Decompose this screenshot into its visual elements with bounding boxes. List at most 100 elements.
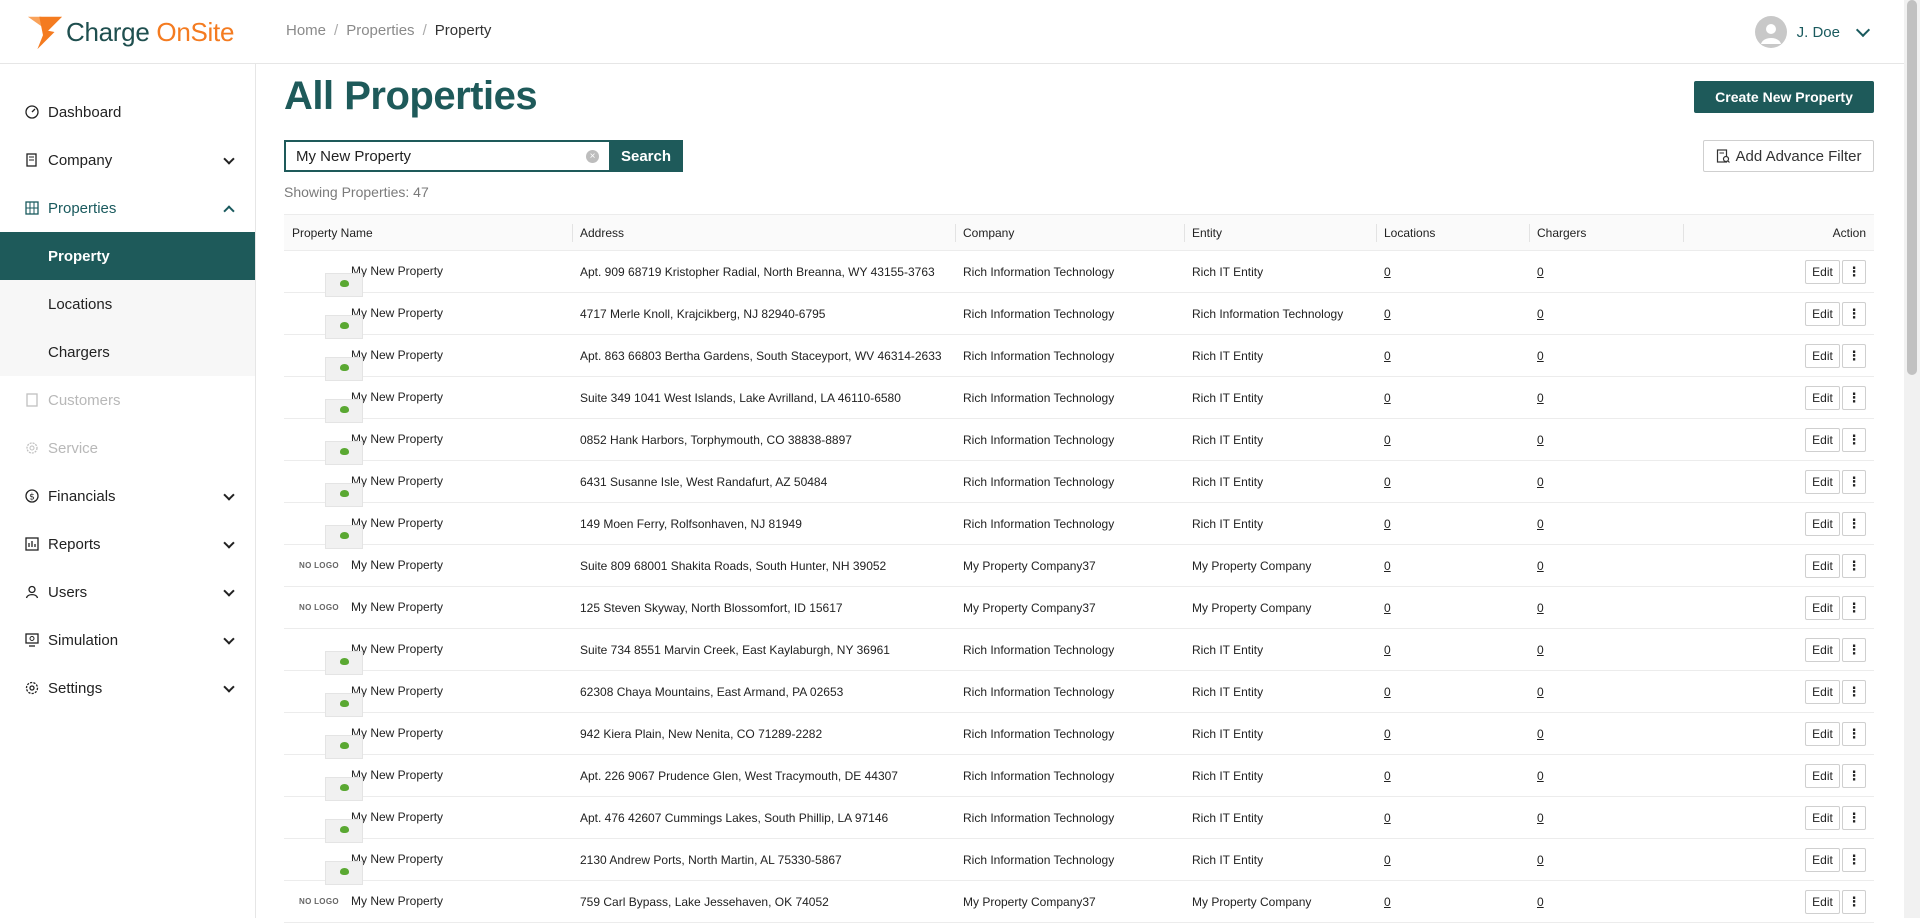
sidebar-item-users[interactable]: Users	[0, 568, 255, 616]
table-row[interactable]: My New Property 6431 Susanne Isle, West R…	[284, 460, 1874, 507]
sidebar-item-properties[interactable]: Properties	[0, 184, 255, 232]
locations-count-link[interactable]: 0	[1384, 853, 1391, 867]
more-options-icon[interactable]: ⋮	[1842, 763, 1866, 788]
table-row[interactable]: My New Property 942 Kiera Plain, New Neni…	[284, 712, 1874, 759]
create-new-property-button[interactable]: Create New Property	[1694, 81, 1874, 113]
more-options-icon[interactable]: ⋮	[1842, 805, 1866, 830]
locations-count-link[interactable]: 0	[1384, 643, 1391, 657]
edit-button[interactable]: Edit	[1805, 511, 1840, 536]
chargers-count-link[interactable]: 0	[1537, 517, 1544, 531]
chargers-count-link[interactable]: 0	[1537, 559, 1544, 573]
add-advance-filter-button[interactable]: Add Advance Filter	[1703, 140, 1874, 172]
column-header-address[interactable]: Address	[572, 214, 955, 251]
table-row[interactable]: My New Property Apt. 226 9067 Prudence Gl…	[284, 754, 1874, 801]
edit-button[interactable]: Edit	[1805, 469, 1840, 494]
more-options-icon[interactable]: ⋮	[1842, 385, 1866, 410]
chargers-count-link[interactable]: 0	[1537, 685, 1544, 699]
sidebar-subitem-chargers[interactable]: Chargers	[0, 328, 255, 376]
table-row[interactable]: My New Property Suite 734 8551 Marvin Cre…	[284, 628, 1874, 675]
table-row[interactable]: My New Property Suite 349 1041 West Islan…	[284, 376, 1874, 423]
edit-button[interactable]: Edit	[1805, 889, 1840, 914]
chargers-count-link[interactable]: 0	[1537, 307, 1544, 321]
chargers-count-link[interactable]: 0	[1537, 895, 1544, 909]
chargers-count-link[interactable]: 0	[1537, 265, 1544, 279]
table-row[interactable]: My New Property 0852 Hank Harbors, Torphy…	[284, 418, 1874, 465]
edit-button[interactable]: Edit	[1805, 679, 1840, 704]
locations-count-link[interactable]: 0	[1384, 685, 1391, 699]
locations-count-link[interactable]: 0	[1384, 349, 1391, 363]
table-row[interactable]: My New Property 4717 Merle Knoll, Krajcik…	[284, 292, 1874, 339]
brand-logo[interactable]: Charge OnSite	[26, 13, 234, 51]
table-row[interactable]: My New Property 62308 Chaya Mountains, Ea…	[284, 670, 1874, 717]
sidebar-item-settings[interactable]: Settings	[0, 664, 255, 712]
table-row[interactable]: My New Property Apt. 909 68719 Kristopher…	[284, 250, 1874, 297]
chargers-count-link[interactable]: 0	[1537, 727, 1544, 741]
table-row[interactable]: My New Property Apt. 476 42607 Cummings L…	[284, 796, 1874, 843]
chargers-count-link[interactable]: 0	[1537, 643, 1544, 657]
clear-search-icon[interactable]: ×	[586, 150, 599, 163]
more-options-icon[interactable]: ⋮	[1842, 847, 1866, 872]
table-row[interactable]: NO LOGO My New Property Suite 809 68001 Sh…	[284, 544, 1874, 587]
chargers-count-link[interactable]: 0	[1537, 391, 1544, 405]
locations-count-link[interactable]: 0	[1384, 559, 1391, 573]
search-button[interactable]: Search	[609, 140, 683, 172]
locations-count-link[interactable]: 0	[1384, 769, 1391, 783]
more-options-icon[interactable]: ⋮	[1842, 343, 1866, 368]
table-row[interactable]: My New Property 149 Moen Ferry, Rolfsonha…	[284, 502, 1874, 549]
locations-count-link[interactable]: 0	[1384, 265, 1391, 279]
edit-button[interactable]: Edit	[1805, 385, 1840, 410]
edit-button[interactable]: Edit	[1805, 553, 1840, 578]
more-options-icon[interactable]: ⋮	[1842, 595, 1866, 620]
edit-button[interactable]: Edit	[1805, 637, 1840, 662]
locations-count-link[interactable]: 0	[1384, 475, 1391, 489]
locations-count-link[interactable]: 0	[1384, 391, 1391, 405]
edit-button[interactable]: Edit	[1805, 259, 1840, 284]
more-options-icon[interactable]: ⋮	[1842, 427, 1866, 452]
locations-count-link[interactable]: 0	[1384, 433, 1391, 447]
edit-button[interactable]: Edit	[1805, 805, 1840, 830]
table-row[interactable]: My New Property Apt. 863 66803 Bertha Gar…	[284, 334, 1874, 381]
locations-count-link[interactable]: 0	[1384, 601, 1391, 615]
more-options-icon[interactable]: ⋮	[1842, 301, 1866, 326]
column-header-property-name[interactable]: Property Name	[284, 214, 572, 251]
edit-button[interactable]: Edit	[1805, 427, 1840, 452]
page-scrollbar[interactable]	[1904, 0, 1920, 918]
sidebar-item-reports[interactable]: Reports	[0, 520, 255, 568]
chargers-count-link[interactable]: 0	[1537, 853, 1544, 867]
chargers-count-link[interactable]: 0	[1537, 433, 1544, 447]
sidebar-item-simulation[interactable]: Simulation	[0, 616, 255, 664]
sidebar-item-financials[interactable]: $ Financials	[0, 472, 255, 520]
search-input[interactable]	[284, 140, 609, 172]
table-row[interactable]: NO LOGO My New Property 759 Carl Bypass, L…	[284, 880, 1874, 923]
more-options-icon[interactable]: ⋮	[1842, 553, 1866, 578]
scrollbar-thumb[interactable]	[1907, 0, 1917, 375]
locations-count-link[interactable]: 0	[1384, 811, 1391, 825]
edit-button[interactable]: Edit	[1805, 595, 1840, 620]
column-header-chargers[interactable]: Chargers	[1529, 214, 1683, 251]
locations-count-link[interactable]: 0	[1384, 895, 1391, 909]
locations-count-link[interactable]: 0	[1384, 727, 1391, 741]
more-options-icon[interactable]: ⋮	[1842, 721, 1866, 746]
more-options-icon[interactable]: ⋮	[1842, 637, 1866, 662]
more-options-icon[interactable]: ⋮	[1842, 679, 1866, 704]
edit-button[interactable]: Edit	[1805, 721, 1840, 746]
edit-button[interactable]: Edit	[1805, 763, 1840, 788]
edit-button[interactable]: Edit	[1805, 343, 1840, 368]
sidebar-item-dashboard[interactable]: Dashboard	[0, 88, 255, 136]
chargers-count-link[interactable]: 0	[1537, 475, 1544, 489]
breadcrumb-properties[interactable]: Properties	[346, 22, 414, 39]
user-menu[interactable]: J. Doe	[1754, 16, 1874, 48]
sidebar-subitem-property[interactable]: Property	[0, 232, 255, 280]
sidebar-item-company[interactable]: Company	[0, 136, 255, 184]
locations-count-link[interactable]: 0	[1384, 517, 1391, 531]
edit-button[interactable]: Edit	[1805, 301, 1840, 326]
sidebar-subitem-locations[interactable]: Locations	[0, 280, 255, 328]
chargers-count-link[interactable]: 0	[1537, 601, 1544, 615]
breadcrumb-home[interactable]: Home	[286, 22, 326, 39]
table-row[interactable]: NO LOGO My New Property 125 Steven Skyway,…	[284, 586, 1874, 629]
chargers-count-link[interactable]: 0	[1537, 811, 1544, 825]
more-options-icon[interactable]: ⋮	[1842, 259, 1866, 284]
more-options-icon[interactable]: ⋮	[1842, 889, 1866, 914]
more-options-icon[interactable]: ⋮	[1842, 469, 1866, 494]
table-row[interactable]: My New Property 2130 Andrew Ports, North …	[284, 838, 1874, 885]
